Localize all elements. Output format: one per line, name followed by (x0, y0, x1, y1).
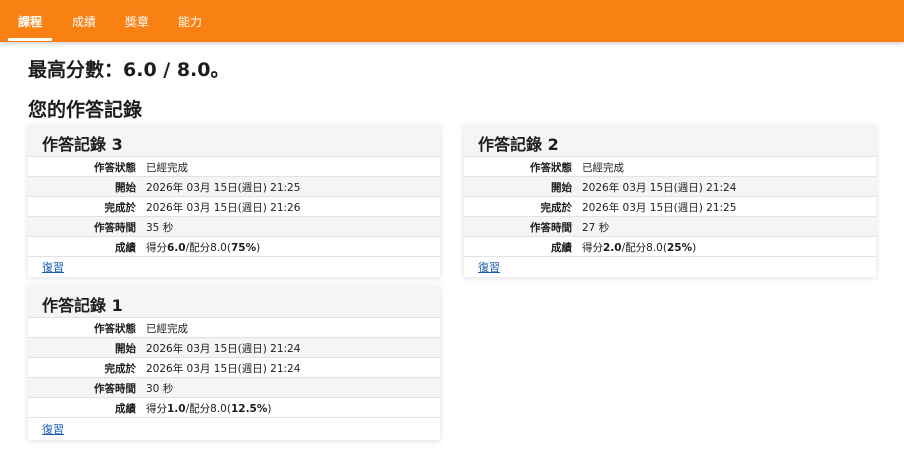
review-link[interactable]: 復習 (42, 421, 64, 437)
row-label: 成績 (115, 403, 136, 415)
row-value: 35 秒 (146, 222, 174, 234)
active-tab-indicator (8, 38, 52, 41)
attempt-card-3: 作答記錄 3 作答狀態 已經完成 開始 2026年 03月 15日(週日) 21… (28, 125, 440, 277)
table-row-grade: 成績 得分6.0/配分8.0(75%) (28, 237, 440, 257)
row-value: 2026年 03月 15日(週日) 21:25 (146, 182, 301, 194)
row-label: 作答時間 (94, 222, 136, 234)
row-label: 作答狀態 (94, 323, 136, 335)
table-row-completed: 完成於 2026年 03月 15日(週日) 21:26 (28, 197, 440, 217)
row-label: 完成於 (104, 363, 137, 375)
attempt-summary-table: 作答狀態 已經完成 開始 2026年 03月 15日(週日) 21:25 完成於… (28, 157, 440, 257)
row-value: 2026年 03月 15日(週日) 21:24 (146, 343, 301, 355)
grade-percent: 25% (666, 242, 693, 254)
table-row-state: 作答狀態 已經完成 (464, 157, 876, 177)
row-value: 27 秒 (582, 222, 610, 234)
best-score-summary: 最高分數：6.0 / 8.0。 (28, 59, 230, 81)
table-row-started: 開始 2026年 03月 15日(週日) 21:24 (28, 338, 440, 358)
attempt-card-1: 作答記錄 1 作答狀態 已經完成 開始 2026年 03月 15日(週日) 21… (28, 286, 440, 440)
row-label: 開始 (115, 182, 136, 194)
row-value: 2026年 03月 15日(週日) 21:25 (582, 202, 737, 214)
attempt-card-header: 作答記錄 1 (28, 286, 440, 318)
table-row-grade: 成績 得分1.0/配分8.0(12.5%) (28, 398, 440, 418)
attempt-title: 作答記錄 3 (42, 135, 123, 154)
grade-value: 得分2.0/配分8.0(25%) (582, 242, 697, 254)
grade-score: 1.0 (167, 403, 186, 415)
grade-percent: 75% (230, 242, 257, 254)
tab-competencies[interactable]: 能力 (178, 13, 202, 30)
row-label: 成績 (115, 242, 136, 254)
row-label: 成績 (551, 242, 572, 254)
row-value: 已經完成 (146, 162, 188, 174)
row-label: 作答狀態 (530, 162, 572, 174)
row-value: 2026年 03月 15日(週日) 21:26 (146, 202, 301, 214)
top-nav-bar: 課程 成績 獎章 能力 (0, 0, 904, 42)
attempt-title: 作答記錄 1 (42, 296, 123, 315)
grade-score: 6.0 (167, 242, 186, 254)
table-row-duration: 作答時間 30 秒 (28, 378, 440, 398)
row-value: 已經完成 (146, 323, 188, 335)
row-label: 開始 (551, 182, 572, 194)
attempt-card-2: 作答記錄 2 作答狀態 已經完成 開始 2026年 03月 15日(週日) 21… (464, 125, 876, 277)
attempt-card-header: 作答記錄 3 (28, 125, 440, 157)
row-value: 2026年 03月 15日(週日) 21:24 (582, 182, 737, 194)
grade-percent: 12.5% (230, 403, 268, 415)
row-label: 作答時間 (94, 383, 136, 395)
attempt-summary-table: 作答狀態 已經完成 開始 2026年 03月 15日(週日) 21:24 完成於… (28, 318, 440, 418)
grade-score: 2.0 (603, 242, 622, 254)
attempts-section-title: 您的作答記錄 (28, 99, 143, 121)
table-row-duration: 作答時間 27 秒 (464, 217, 876, 237)
table-row-grade: 成績 得分2.0/配分8.0(25%) (464, 237, 876, 257)
table-row-state: 作答狀態 已經完成 (28, 157, 440, 177)
tab-badges[interactable]: 獎章 (125, 13, 149, 30)
attempt-summary-table: 作答狀態 已經完成 開始 2026年 03月 15日(週日) 21:24 完成於… (464, 157, 876, 257)
attempt-title: 作答記錄 2 (478, 135, 559, 154)
row-value: 30 秒 (146, 383, 174, 395)
row-value: 2026年 03月 15日(週日) 21:24 (146, 363, 301, 375)
tab-grades[interactable]: 成績 (72, 13, 96, 30)
row-value: 已經完成 (582, 162, 624, 174)
attempt-card-header: 作答記錄 2 (464, 125, 876, 157)
row-label: 完成於 (104, 202, 137, 214)
table-row-started: 開始 2026年 03月 15日(週日) 21:24 (464, 177, 876, 197)
table-row-started: 開始 2026年 03月 15日(週日) 21:25 (28, 177, 440, 197)
grade-value: 得分6.0/配分8.0(75%) (146, 242, 261, 254)
row-label: 作答時間 (530, 222, 572, 234)
row-label: 作答狀態 (94, 162, 136, 174)
table-row-duration: 作答時間 35 秒 (28, 217, 440, 237)
review-link[interactable]: 復習 (42, 259, 64, 275)
table-row-completed: 完成於 2026年 03月 15日(週日) 21:24 (28, 358, 440, 378)
tab-courses[interactable]: 課程 (18, 13, 42, 30)
review-link[interactable]: 復習 (478, 259, 500, 275)
table-row-completed: 完成於 2026年 03月 15日(週日) 21:25 (464, 197, 876, 217)
row-label: 開始 (115, 343, 136, 355)
grade-value: 得分1.0/配分8.0(12.5%) (146, 403, 272, 415)
row-label: 完成於 (540, 202, 573, 214)
table-row-state: 作答狀態 已經完成 (28, 318, 440, 338)
